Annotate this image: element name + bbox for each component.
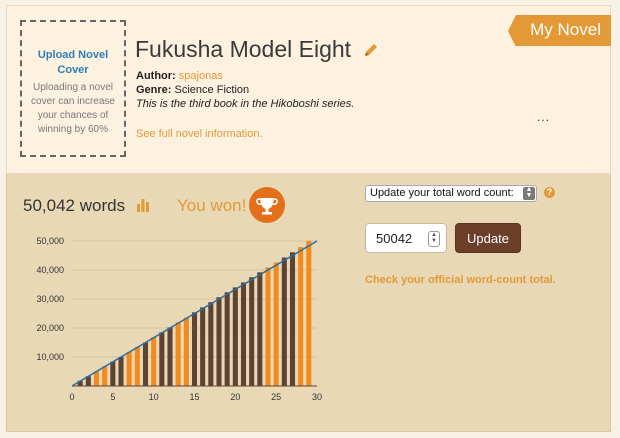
select-arrows-icon: ▲ ▼ — [523, 186, 535, 200]
chart-bar — [102, 366, 108, 386]
word-count-chart: 10,000 20,000 30,000 40,000 50,000 0 5 10 15 20 25… — [36, 236, 322, 402]
x-tick-label: 20 — [230, 392, 240, 402]
chart-bar — [159, 332, 165, 386]
cover-upload-area[interactable]: Upload Novel Cover Uploading a novel cov… — [20, 20, 126, 157]
chart-bar — [289, 252, 296, 386]
cover-hint-text: Uploading a novel cover can increase you… — [31, 82, 115, 135]
y-tick-label: 10,000 — [36, 352, 64, 362]
chart-bar — [118, 357, 124, 386]
y-tick-label: 50,000 — [36, 236, 64, 246]
author-link[interactable]: spajonas — [179, 70, 223, 82]
winner-text: You won! — [177, 196, 247, 215]
novel-description: This is the third book in the Hikoboshi … — [136, 98, 355, 110]
official-count-link[interactable]: Check your official word-count total. — [365, 274, 556, 286]
help-icon[interactable]: ? — [544, 187, 555, 198]
genre-label: Genre: — [136, 84, 172, 96]
stepper-icon[interactable]: ▲ ▼ — [428, 231, 440, 247]
update-button[interactable]: Update — [455, 223, 521, 253]
y-tick-label: 30,000 — [36, 294, 64, 304]
novel-title-row: Fukusha Model Eight — [135, 36, 379, 64]
chart-bar — [93, 371, 100, 386]
chart-bar — [298, 247, 304, 386]
select-value: Update your total word count: — [370, 187, 514, 199]
y-tick-label: 40,000 — [36, 265, 64, 275]
progress-section: 50,042 words You won! 10,000 20,000 30,000… — [6, 174, 611, 432]
chart-bar — [142, 342, 149, 386]
x-tick-label: 10 — [149, 392, 159, 402]
x-tick-label: 5 — [110, 392, 115, 402]
word-count-input[interactable]: 50042 ▲ ▼ — [365, 223, 447, 253]
x-tick-label: 30 — [312, 392, 322, 402]
x-tick-label: 0 — [69, 392, 74, 402]
chart-bar — [273, 262, 279, 386]
chart-bar — [208, 302, 214, 386]
novel-header: My Novel Upload Novel Cover Uploading a … — [6, 5, 611, 174]
chart-bar — [281, 257, 287, 386]
bar-chart-icon[interactable] — [136, 197, 150, 217]
see-full-info-link[interactable]: See full novel information. — [136, 128, 263, 140]
chart-bar — [175, 322, 181, 386]
chart-bar — [216, 297, 222, 386]
chart-bar — [232, 287, 238, 386]
y-tick-label: 20,000 — [36, 323, 64, 333]
chart-bar — [306, 240, 312, 386]
chart-bar — [134, 347, 140, 386]
pencil-icon[interactable] — [363, 37, 379, 64]
trophy-icon[interactable] — [249, 187, 285, 223]
word-count-value: 50042 — [376, 231, 413, 246]
chart-bar — [224, 292, 230, 386]
chart-bar — [126, 352, 132, 386]
chart-bar — [167, 327, 173, 386]
chart-bar — [240, 282, 247, 386]
chart-bar — [200, 307, 206, 386]
chart-bar — [257, 272, 263, 386]
novel-meta: Author: spajonas Genre: Science Fiction … — [136, 69, 354, 111]
word-count-text: 50,042 words — [23, 196, 126, 215]
novel-title: Fukusha Model Eight — [135, 36, 352, 62]
x-tick-label: 25 — [271, 392, 281, 402]
genre-value: Science Fiction — [174, 84, 250, 96]
chart-bar — [191, 312, 198, 386]
chart-bar — [183, 317, 189, 386]
author-label: Author: — [136, 70, 176, 82]
novel-panel: My Novel Upload Novel Cover Uploading a … — [6, 5, 611, 432]
chart-bar — [110, 361, 116, 386]
update-method-select[interactable]: Update your total word count: ▲ ▼ — [365, 185, 537, 202]
more-options[interactable]: ... — [537, 110, 550, 124]
my-novel-badge: My Novel — [508, 15, 611, 47]
x-tick-label: 15 — [189, 392, 199, 402]
chart-bar — [249, 277, 255, 386]
chart-bar — [265, 267, 271, 386]
word-count-summary: 50,042 words — [23, 196, 150, 217]
upload-cover-link[interactable]: Upload Novel Cover — [22, 48, 124, 78]
chart-bar — [151, 337, 157, 386]
